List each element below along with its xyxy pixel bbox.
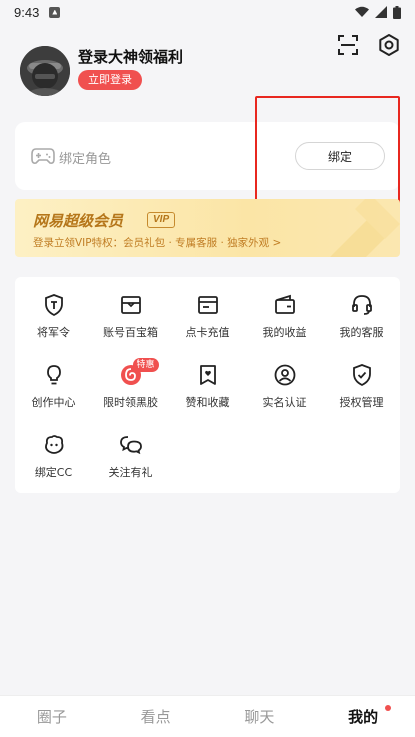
function-grid: 将军令 账号百宝箱 点卡充值 我的收益 我的客服 创作中心 特惠 限时领黑胶 赞… <box>15 277 400 493</box>
shield-t-icon <box>44 294 63 317</box>
avatar[interactable] <box>20 46 70 96</box>
bind-role-card: 绑定角色 绑定 <box>15 122 400 190</box>
wallet-icon <box>274 294 295 314</box>
treasure-box-icon <box>120 296 141 314</box>
signal-icon <box>375 6 387 18</box>
grid-item-label: 限时领黑胶 <box>103 396 158 409</box>
vip-title: 网易超级会员 <box>33 212 124 230</box>
settings-icon[interactable] <box>377 33 401 57</box>
grid-item-label: 账号百宝箱 <box>103 326 158 339</box>
wechat-icon <box>119 436 142 455</box>
grid-item-label: 授权管理 <box>339 396 384 409</box>
vip-badge: VIP <box>147 212 176 228</box>
grid-item-real-name[interactable]: 实名认证 <box>246 347 323 413</box>
username[interactable]: 登录大神领福利 <box>78 46 183 67</box>
login-button[interactable]: 立即登录 <box>78 70 142 90</box>
grid-item-customer-service[interactable]: 我的客服 <box>323 277 400 343</box>
profile-header: 登录大神领福利 立即登录 <box>0 30 415 110</box>
grid-item-follow-gift[interactable]: 关注有礼 <box>92 417 169 483</box>
grid-item-label: 我的收益 <box>262 326 307 339</box>
grid-item-treasure-box[interactable]: 账号百宝箱 <box>92 277 169 343</box>
grid-item-label: 绑定CC <box>34 466 73 479</box>
grid-item-bind-cc[interactable]: 绑定CC <box>15 417 92 483</box>
status-time: 9:43 <box>14 4 40 20</box>
grid-item-earnings[interactable]: 我的收益 <box>246 277 323 343</box>
scan-icon[interactable] <box>337 34 359 56</box>
grid-item-label: 我的客服 <box>339 326 384 339</box>
vip-banner[interactable]: 网易超级会员 VIP 登录立领VIP特权：会员礼包 · 专属客服 · 独家外观 … <box>15 199 400 257</box>
grid-item-label: 点卡充值 <box>185 326 230 339</box>
grid-item-label: 实名认证 <box>262 396 307 409</box>
gamepad-icon <box>31 148 55 164</box>
bulb-icon <box>46 365 61 385</box>
grid-item-label: 赞和收藏 <box>185 396 230 409</box>
battery-icon <box>393 5 401 19</box>
notification-app-icon <box>49 6 61 18</box>
bind-role-label: 绑定角色 <box>59 152 112 167</box>
promo-tag: 特惠 <box>132 358 159 372</box>
tab-chat[interactable]: 聊天 <box>208 696 312 737</box>
default-avatar-icon <box>20 46 70 96</box>
bookmark-heart-icon <box>199 365 216 385</box>
status-bar: 9:43 <box>0 0 415 24</box>
tab-me[interactable]: 我的 <box>311 696 415 737</box>
grid-item-creator-center[interactable]: 创作中心 <box>15 347 92 413</box>
grid-item-label: 将军令 <box>37 326 70 339</box>
bind-button[interactable]: 绑定 <box>295 142 385 170</box>
tab-me-label: 我的 <box>348 708 379 726</box>
headset-icon <box>351 295 372 315</box>
tab-highlights[interactable]: 看点 <box>104 696 208 737</box>
vip-subtitle: 登录立领VIP特权：会员礼包 · 专属客服 · 独家外观 > <box>33 237 282 249</box>
tab-circle[interactable]: 圈子 <box>0 696 104 737</box>
grid-item-vinyl[interactable]: 特惠 限时领黑胶 <box>92 347 169 413</box>
grid-item-jiangjunling[interactable]: 将军令 <box>15 277 92 343</box>
user-verify-icon <box>274 364 295 386</box>
status-icons <box>355 5 401 19</box>
vip-decoration-icon <box>330 199 400 257</box>
bottom-nav: 圈子 看点 聊天 我的 <box>0 695 415 737</box>
shield-check-icon <box>352 364 371 387</box>
cc-icon <box>44 435 63 454</box>
grid-item-authorization[interactable]: 授权管理 <box>323 347 400 413</box>
grid-item-label: 创作中心 <box>31 396 76 409</box>
notification-dot <box>385 705 392 711</box>
card-icon <box>197 296 218 314</box>
grid-item-card-recharge[interactable]: 点卡充值 <box>169 277 246 343</box>
grid-item-likes-favorites[interactable]: 赞和收藏 <box>169 347 246 413</box>
grid-item-label: 关注有礼 <box>108 466 153 479</box>
wifi-icon <box>355 6 369 17</box>
